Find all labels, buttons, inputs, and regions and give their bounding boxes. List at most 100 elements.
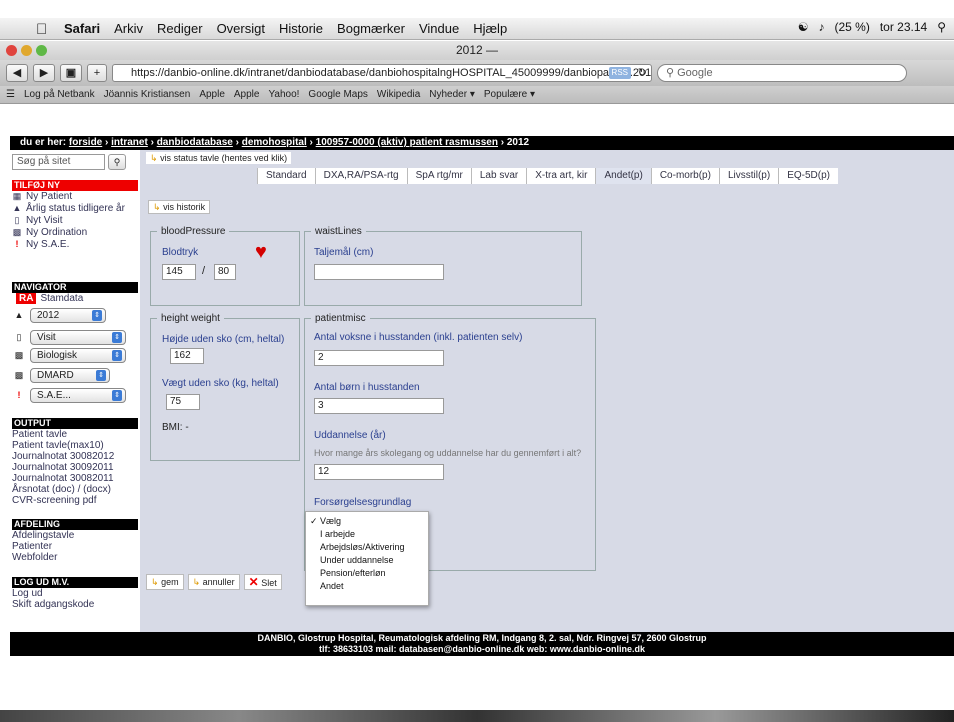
tab-standard[interactable]: Standard [257,168,315,184]
biologisk-select[interactable]: Biologisk ⇕ [30,348,126,363]
bookmark-item[interactable]: Apple [234,89,260,100]
afdeling-link[interactable]: Patienter [12,541,52,552]
slet-button[interactable]: ✕ Slet [243,574,282,590]
select-value: DMARD [37,370,74,381]
site-search-button[interactable]: ⚲ [108,154,126,170]
bookmark-item[interactable]: Yahoo! [268,89,299,100]
minimize-window-icon[interactable] [21,45,32,56]
dropdown-option[interactable]: I arbejde [306,528,428,541]
dropdown-option-selected[interactable]: ✓ Vælg [306,515,428,528]
bookmark-item[interactable]: Wikipedia [377,89,420,100]
clock[interactable]: tor 23.14 [880,20,927,34]
year-select[interactable]: 2012 ⇕ [30,308,106,323]
sidebar-item-label: Nyt Visit [26,215,63,226]
vis-historik-button[interactable]: ↳ vis historik [148,200,211,214]
adults-input[interactable]: 2 [314,350,444,366]
diastolic-input[interactable]: 80 [214,264,236,280]
forward-button[interactable]: ▶ [33,64,55,82]
sidebar-item-stamdata[interactable]: RA Stamdata [12,293,83,304]
chevron-down-icon: ⇕ [96,370,106,381]
taljemaal-label: Taljemål (cm) [314,247,374,258]
sidebar-item-ny-patient[interactable]: ▦ Ny Patient [12,191,72,202]
tab-livsstil[interactable]: Livsstil(p) [718,168,778,184]
weight-input[interactable]: 75 [166,394,200,410]
menu-hjaelp[interactable]: Hjælp [473,21,507,36]
logout-link[interactable]: Log ud [12,588,43,599]
systolic-input[interactable]: 145 [162,264,196,280]
dmard-select[interactable]: DMARD ⇕ [30,368,110,383]
dropdown-option[interactable]: Pension/efterløn [306,567,428,580]
sidebar-item-ny-ordination[interactable]: ▩ Ny Ordination [12,227,87,238]
output-link[interactable]: Journalnotat 30082012 [12,451,114,462]
bookmark-item[interactable]: Jöannis Kristiansen [104,89,191,100]
tab-xtra[interactable]: X-tra art, kir [526,168,595,184]
sae-select[interactable]: S.A.E... ⇕ [30,388,126,403]
education-input[interactable]: 12 [314,464,444,480]
wifi-icon[interactable]: ☯ [798,20,809,34]
bookmark-item[interactable]: Google Maps [308,89,367,100]
reader-icon[interactable]: ▣ [60,64,82,82]
add-bookmark-button[interactable]: + [87,64,107,82]
output-link[interactable]: Patient tavle [12,429,67,440]
tab-andet[interactable]: Andet(p) [595,168,651,184]
show-all-bookmarks-icon[interactable]: ☰ [6,89,15,100]
menu-bogmaerker[interactable]: Bogmærker [337,21,405,36]
tab-dxa[interactable]: DXA,RA/PSA-rtg [314,168,407,184]
breadcrumb-danbiodatabase[interactable]: danbiodatabase [157,137,233,148]
reload-icon[interactable]: ↻ [638,65,647,81]
annuller-button[interactable]: ↳ annuller [187,574,240,590]
tab-comorb[interactable]: Co-morb(p) [650,168,719,184]
menu-arkiv[interactable]: Arkiv [114,21,143,36]
gem-button[interactable]: ↳ gem [146,574,184,590]
output-link[interactable]: Journalnotat 30082011 [12,473,114,484]
change-password-link[interactable]: Skift adgangskode [12,599,94,610]
site-search-input[interactable]: Søg på sitet [12,154,105,170]
menu-historie[interactable]: Historie [279,21,323,36]
url-field[interactable]: https://danbio-online.dk/intranet/danbio… [112,64,652,82]
status-tavle-link[interactable]: ↳ vis status tavle (hentes ved klik) [146,152,292,164]
breadcrumb-demohospital[interactable]: demohospital [242,137,307,148]
menu-rediger[interactable]: Rediger [157,21,203,36]
tab-spa[interactable]: SpA rtg/mr [406,168,471,184]
sidebar-item-arlig-status[interactable]: ▲ Årlig status tidligere år [12,203,125,214]
afdeling-link[interactable]: Webfolder [12,552,57,563]
apple-menu-icon[interactable]:  [36,21,50,38]
dropdown-option[interactable]: Under uddannelse [306,554,428,567]
menu-oversigt[interactable]: Oversigt [217,21,265,36]
output-link[interactable]: Årsnotat (doc) / (docx) [12,484,111,495]
dropdown-option[interactable]: Andet [306,580,428,593]
output-link[interactable]: Patient tavle(max10) [12,440,104,451]
breadcrumb-patient[interactable]: 100957-0000 (aktiv) patient rasmussen [316,137,498,148]
battery-status[interactable]: (25 %) [834,20,869,34]
menu-safari[interactable]: Safari [64,21,100,36]
bookmark-item[interactable]: Populære ▾ [484,89,535,100]
back-button[interactable]: ◀ [6,64,28,82]
rss-badge[interactable]: RSS [608,67,631,79]
visit-select[interactable]: Visit ⇕ [30,330,126,345]
output-link[interactable]: CVR-screening pdf [12,495,96,506]
support-label: Forsørgelsesgrundlag [314,497,412,508]
sidebar-item-nyt-visit[interactable]: ▯ Nyt Visit [12,215,63,226]
patient-icon: ▦ [12,191,22,202]
height-input[interactable]: 162 [170,348,204,364]
dropdown-option[interactable]: Arbejdsløs/Aktivering [306,541,428,554]
bookmark-item[interactable]: Apple [199,89,225,100]
search-field[interactable]: ⚲ Google [657,64,907,82]
sidebar-item-ny-sae[interactable]: ! Ny S.A.E. [12,239,70,250]
volume-icon[interactable]: ♪ [818,20,824,34]
breadcrumb-forside[interactable]: forside [69,137,102,148]
bp-separator: / [202,265,206,277]
tab-eq5d[interactable]: EQ-5D(p) [778,168,838,184]
zoom-window-icon[interactable] [36,45,47,56]
waist-input[interactable] [314,264,444,280]
children-input[interactable]: 3 [314,398,444,414]
bookmark-item[interactable]: Nyheder ▾ [429,89,475,100]
spotlight-icon[interactable]: ⚲ [937,20,946,34]
breadcrumb-intranet[interactable]: intranet [111,137,148,148]
menu-vindue[interactable]: Vindue [419,21,459,36]
afdeling-link[interactable]: Afdelingstavle [12,530,74,541]
close-window-icon[interactable] [6,45,17,56]
output-link[interactable]: Journalnotat 30092011 [12,462,114,473]
bookmark-item[interactable]: Log på Netbank [24,89,95,100]
tab-lab[interactable]: Lab svar [470,168,526,184]
